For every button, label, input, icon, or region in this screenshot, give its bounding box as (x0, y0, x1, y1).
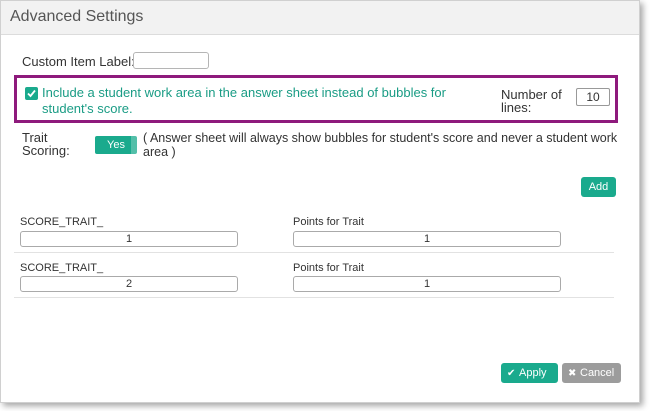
trait-name-input[interactable]: 2 (20, 276, 238, 292)
trait-points-input[interactable]: 1 (293, 231, 561, 247)
dialog-title: Advanced Settings (10, 8, 144, 25)
number-of-lines-input[interactable]: 10 (576, 88, 610, 106)
trait-name-label: SCORE_TRAIT_ (20, 216, 104, 228)
close-icon: ✖ (568, 368, 577, 379)
row-divider (14, 252, 614, 253)
trait-points-label: Points for Trait (293, 216, 364, 228)
custom-item-label-input[interactable] (133, 52, 209, 69)
custom-item-label: Custom Item Label: (22, 54, 135, 69)
advanced-settings-dialog: Advanced Settings Custom Item Label: Inc… (0, 0, 640, 403)
add-button[interactable]: Add (581, 177, 616, 197)
check-icon: ✔ (507, 368, 516, 379)
row-divider (14, 297, 614, 298)
work-area-highlight: Include a student work area in the answe… (14, 75, 618, 123)
apply-button[interactable]: ✔ Apply (501, 363, 558, 383)
trait-scoring-toggle[interactable]: Yes (95, 136, 137, 154)
trait-points-label: Points for Trait (293, 262, 364, 274)
checkmark-icon (27, 89, 36, 98)
number-of-lines-label: Number of lines: (501, 87, 562, 115)
work-area-checkbox[interactable] (25, 87, 38, 100)
trait-name-label: SCORE_TRAIT_ (20, 262, 104, 274)
trait-points-input[interactable]: 1 (293, 276, 561, 292)
dialog-titlebar: Advanced Settings (1, 1, 639, 35)
trait-name-input[interactable]: 1 (20, 231, 238, 247)
work-area-text: Include a student work area in the answe… (42, 85, 446, 116)
trait-scoring-note: ( Answer sheet will always show bubbles … (143, 131, 618, 159)
trait-scoring-label: Trait Scoring: (22, 130, 70, 158)
apply-label: Apply (519, 367, 547, 379)
cancel-label: Cancel (580, 367, 615, 379)
cancel-button[interactable]: ✖ Cancel (562, 363, 621, 383)
